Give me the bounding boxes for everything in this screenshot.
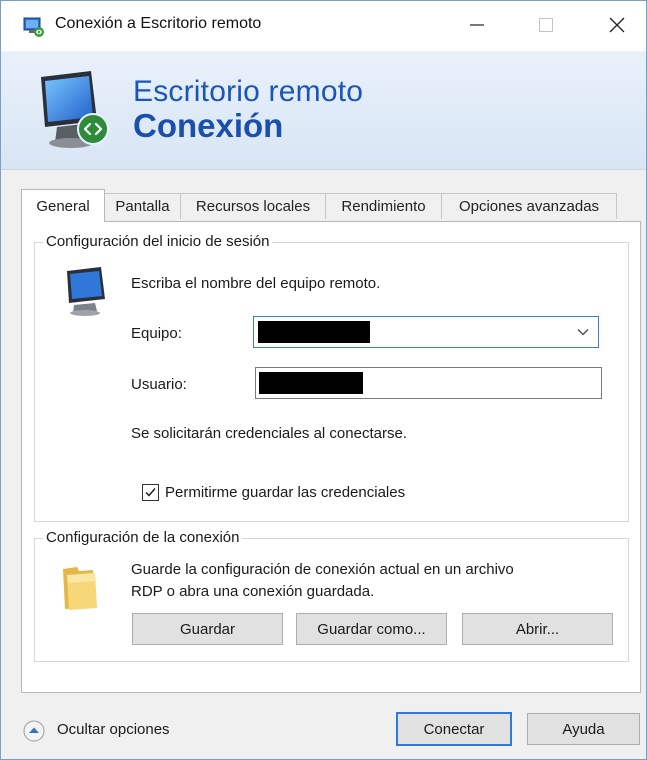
footer: Ocultar opciones Conectar Ayuda [1, 693, 646, 759]
rdp-window: Conexión a Escritorio remoto Escritorio … [0, 0, 647, 760]
tab-recursos-locales[interactable]: Recursos locales [180, 193, 326, 219]
window-title: Conexión a Escritorio remoto [55, 15, 262, 32]
hide-options-toggle[interactable] [23, 720, 45, 742]
user-label: Usuario: [131, 376, 187, 393]
close-button[interactable] [589, 1, 645, 49]
computer-instruction-text: Escriba el nombre del equipo remoto. [131, 275, 381, 292]
help-button[interactable]: Ayuda [527, 713, 640, 745]
save-as-button[interactable]: Guardar como... [296, 613, 447, 645]
minimize-button[interactable] [449, 1, 505, 49]
general-tab-panel: Configuración del inicio de sesión Escri… [21, 221, 641, 693]
save-credentials-checkbox[interactable] [142, 484, 159, 501]
remote-desktop-monitor-icon [35, 69, 125, 155]
user-value-redacted [259, 372, 363, 394]
chevron-up-circle-icon [23, 720, 45, 742]
title-bar: Conexión a Escritorio remoto [1, 1, 646, 51]
tab-rendimiento[interactable]: Rendimiento [325, 193, 442, 219]
banner-title-line2: Conexión [133, 107, 284, 144]
close-icon [609, 17, 625, 33]
save-button[interactable]: Guardar [132, 613, 283, 645]
chevron-down-icon[interactable] [576, 325, 590, 339]
folder-icon [59, 563, 99, 613]
header-banner: Escritorio remoto Conexión [1, 51, 646, 170]
open-button[interactable]: Abrir... [462, 613, 613, 645]
tab-general[interactable]: General [21, 189, 105, 222]
tab-opciones-avanzadas[interactable]: Opciones avanzadas [441, 193, 617, 219]
computer-label: Equipo: [131, 325, 182, 342]
login-group-title: Configuración del inicio de sesión [43, 233, 273, 250]
connection-description-line1: Guarde la configuración de conexión actu… [131, 561, 514, 578]
save-credentials-label[interactable]: Permitirme guardar las credenciales [165, 484, 405, 501]
hide-options-label[interactable]: Ocultar opciones [57, 721, 170, 738]
checkmark-icon [145, 488, 156, 497]
credentials-note: Se solicitarán credenciales al conectars… [131, 425, 407, 442]
computer-icon [59, 265, 115, 317]
connection-settings-group: Configuración de la conexión Guarde la c… [34, 529, 629, 662]
maximize-button[interactable] [518, 1, 574, 49]
login-settings-group: Configuración del inicio de sesión Escri… [34, 233, 629, 522]
remote-desktop-app-icon [23, 17, 45, 37]
connection-description-line2: RDP o abra una conexión guardada. [131, 583, 375, 600]
maximize-icon [539, 18, 553, 32]
computer-value-redacted [258, 321, 370, 343]
connect-button[interactable]: Conectar [396, 712, 512, 746]
connection-group-title: Configuración de la conexión [43, 529, 243, 546]
banner-title-line1: Escritorio remoto [133, 75, 364, 108]
computer-combobox[interactable] [253, 316, 599, 348]
user-input[interactable] [255, 367, 602, 399]
minimize-icon [470, 24, 484, 26]
tab-pantalla[interactable]: Pantalla [104, 193, 181, 219]
